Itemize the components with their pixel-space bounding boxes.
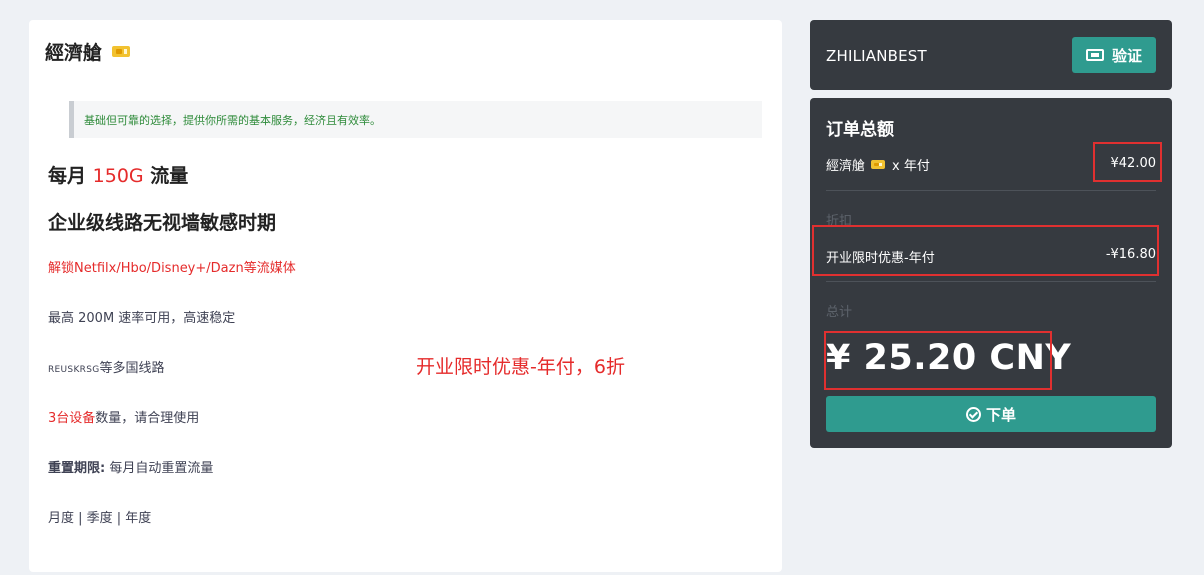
promo-annotation: 开业限时优惠-年付，6折 — [416, 356, 625, 378]
verify-coupon-button[interactable]: 验证 — [1072, 37, 1156, 73]
feature-unlock-media: 解锁Netfilx/Hbo/Disney+/Dazn等流媒体 — [48, 261, 296, 276]
plan-description-text: 基础但可靠的选择，提供你所需的基本服务，经济且有效率。 — [84, 113, 381, 127]
place-order-label: 下单 — [985, 405, 1016, 424]
plan-title: 經濟艙 — [45, 38, 131, 65]
plan-name: 經濟艙 — [45, 42, 103, 64]
reset-value: 每月自动重置流量 — [109, 461, 214, 476]
plan-card: 經濟艙 基础但可靠的选择，提供你所需的基本服务，经济且有效率。 每月 150G … — [29, 20, 782, 572]
feature-speed: 最高 200M 速率可用，高速稳定 — [48, 311, 236, 326]
feature-line-title: 企业级线路无视墙敏感时期 — [48, 212, 277, 234]
order-item-price: ¥42.00 — [1110, 156, 1157, 171]
ticket-icon — [871, 160, 886, 169]
coupon-icon — [1085, 49, 1104, 61]
verify-button-label: 验证 — [1111, 46, 1142, 65]
devices-highlight: 3台设备 — [48, 411, 96, 426]
order-item: 經濟艙 x 年付 — [826, 155, 930, 174]
routes-suffix: 等多国线路 — [99, 361, 165, 376]
order-item-period: x 年付 — [892, 159, 930, 174]
feature-traffic: 每月 150G 流量 — [48, 161, 188, 188]
traffic-amount: 150G — [92, 165, 144, 187]
feature-reset: 重置期限: 每月自动重置流量 — [48, 457, 213, 476]
routes-tag: REUSKRSG — [48, 365, 100, 375]
reset-label: 重置期限: — [48, 461, 106, 476]
place-order-button[interactable]: 下单 — [826, 396, 1156, 432]
check-circle-icon — [965, 406, 981, 422]
feature-routes: REUSKRSG等多国线路 — [48, 357, 165, 376]
order-item-name: 經濟艙 — [826, 159, 866, 174]
feature-periods: 月度 | 季度 | 年度 — [48, 511, 152, 526]
plan-description: 基础但可靠的选择，提供你所需的基本服务，经济且有效率。 — [69, 101, 762, 138]
order-summary-card: 订单总额 經濟艙 x 年付 ¥42.00 折扣 开业限时优惠-年付 -¥16.8… — [810, 98, 1172, 448]
order-title: 订单总额 — [826, 120, 894, 140]
ticket-icon — [112, 46, 131, 57]
total-amount: ¥ 25.20 CNY — [826, 338, 1072, 378]
traffic-suffix: 流量 — [150, 165, 189, 187]
discount-name: 开业限时优惠-年付 — [826, 251, 935, 266]
traffic-prefix: 每月 — [48, 165, 87, 187]
coupon-code[interactable]: ZHILIANBEST — [826, 47, 927, 65]
discount-label: 折扣 — [826, 214, 853, 229]
discount-value: -¥16.80 — [1105, 247, 1156, 262]
total-label: 总计 — [826, 305, 853, 320]
divider — [826, 281, 1156, 282]
feature-devices: 3台设备数量，请合理使用 — [48, 407, 199, 426]
divider — [826, 190, 1156, 191]
devices-suffix: 数量，请合理使用 — [95, 411, 200, 426]
coupon-card: ZHILIANBEST 验证 — [810, 20, 1172, 90]
